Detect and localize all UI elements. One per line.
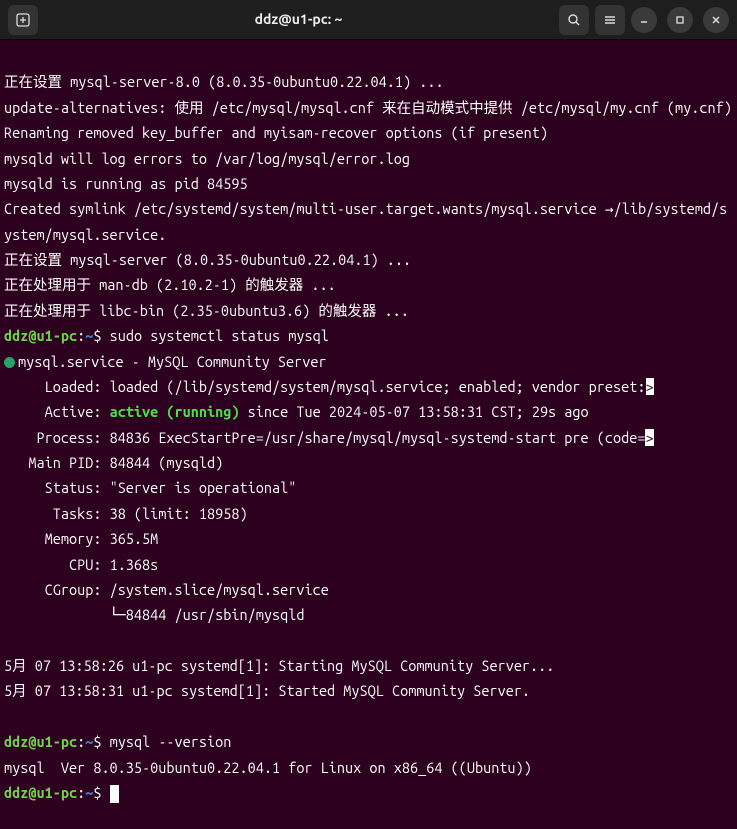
status-mainpid: Main PID: 84844 (mysqld)	[4, 454, 223, 471]
prompt-user-host: ddz@u1-pc	[4, 327, 77, 344]
prompt-sep: :	[77, 784, 85, 801]
prompt-sep: :	[77, 327, 85, 344]
command-text: mysql --version	[110, 733, 232, 750]
output-line: mysqld will log errors to /var/log/mysql…	[4, 150, 410, 167]
status-cpu: CPU: 1.368s	[4, 556, 158, 573]
output-line: Created symlink /etc/systemd/system/mult…	[4, 200, 727, 242]
output-line: 正在处理用于 man-db (2.10.2-1) 的触发器 ...	[4, 276, 336, 293]
status-cgroup: CGroup: /system.slice/mysql.service	[4, 581, 329, 598]
prompt-sym: $	[93, 327, 101, 344]
status-loaded: Loaded: loaded (/lib/systemd/system/mysq…	[4, 378, 646, 395]
status-process: Process: 84836 ExecStartPre=/usr/share/m…	[4, 429, 645, 446]
command-text: sudo systemctl status mysql	[110, 327, 329, 344]
version-output: mysql Ver 8.0.35-0ubuntu0.22.04.1 for Li…	[4, 759, 532, 776]
minimize-button[interactable]	[631, 7, 657, 33]
prompt-sym: $	[93, 733, 101, 750]
maximize-button[interactable]	[667, 7, 693, 33]
prompt-sep: :	[77, 733, 85, 750]
output-line: update-alternatives: 使用 /etc/mysql/mysql…	[4, 99, 732, 116]
status-active-pre: Active:	[4, 403, 110, 420]
prompt-user-host: ddz@u1-pc	[4, 784, 77, 801]
close-button[interactable]	[703, 7, 729, 33]
output-line: 正在处理用于 libc-bin (2.35-0ubuntu3.6) 的触发器 .…	[4, 302, 409, 319]
status-dot-icon	[4, 357, 15, 368]
status-active-state: active (running)	[110, 403, 240, 420]
status-memory: Memory: 365.5M	[4, 530, 158, 547]
log-line: 5月 07 13:58:26 u1-pc systemd[1]: Startin…	[4, 657, 554, 674]
status-tasks: Tasks: 38 (limit: 18958)	[4, 505, 248, 522]
prompt-sym: $	[93, 784, 101, 801]
titlebar: ddz@u1-pc: ~	[0, 0, 737, 40]
output-line: 正在设置 mysql-server-8.0 (8.0.35-0ubuntu0.2…	[4, 73, 444, 90]
output-line: Renaming removed key_buffer and myisam-r…	[4, 124, 548, 141]
status-cgroup-child: └─84844 /usr/sbin/mysqld	[4, 606, 304, 623]
terminal-output[interactable]: 正在设置 mysql-server-8.0 (8.0.35-0ubuntu0.2…	[0, 40, 737, 809]
cursor	[110, 785, 119, 803]
overflow-indicator: >	[646, 378, 654, 395]
output-line: mysqld is running as pid 84595	[4, 175, 248, 192]
status-status: Status: "Server is operational"	[4, 479, 296, 496]
log-line: 5月 07 13:58:31 u1-pc systemd[1]: Started…	[4, 682, 530, 699]
prompt-user-host: ddz@u1-pc	[4, 733, 77, 750]
status-header: mysql.service - MySQL Community Server	[18, 353, 327, 370]
output-line: 正在设置 mysql-server (8.0.35-0ubuntu0.22.04…	[4, 251, 411, 268]
menu-button[interactable]	[595, 5, 625, 35]
status-active-post: since Tue 2024-05-07 13:58:31 CST; 29s a…	[240, 403, 589, 420]
overflow-indicator: >	[645, 429, 653, 446]
window-title: ddz@u1-pc: ~	[44, 7, 553, 32]
new-tab-button[interactable]	[8, 5, 38, 35]
search-button[interactable]	[559, 5, 589, 35]
